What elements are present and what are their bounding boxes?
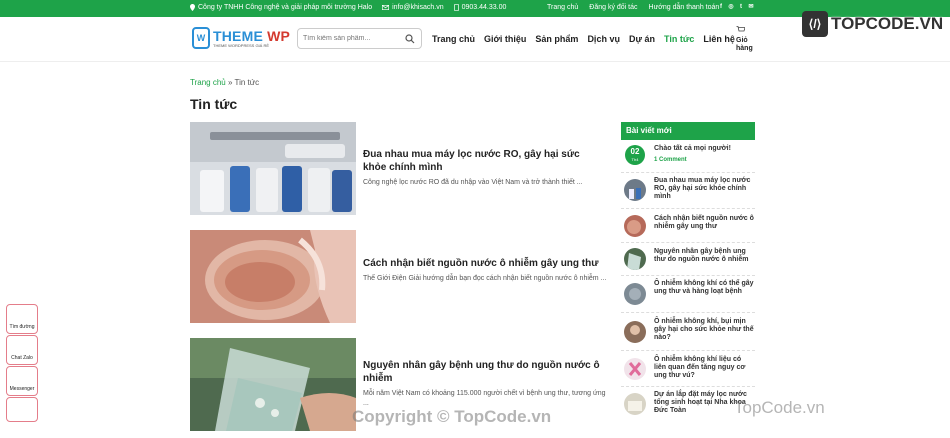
- recent-post-title[interactable]: Chào tất cả mọi người!: [654, 145, 754, 153]
- post-title[interactable]: Cách nhận biết nguồn nước ô nhiễm gây un…: [363, 257, 603, 270]
- recent-post-item[interactable]: Ô nhiễm không khí liệu có liên quan đến …: [621, 351, 755, 387]
- envelope-icon: [382, 5, 390, 10]
- float-button-directions[interactable]: Tìm đường: [6, 304, 38, 334]
- company-name: Công ty TNHH Công nghệ và giải pháp môi …: [198, 4, 373, 11]
- post-card[interactable]: Cách nhận biết nguồn nước ô nhiễm gây un…: [190, 230, 610, 323]
- post-thumbnail-ro-filter[interactable]: [190, 122, 356, 215]
- recent-post-title[interactable]: Nguyên nhân gây bệnh ung thư do nguồn nư…: [654, 248, 754, 264]
- recent-post-item[interactable]: Nguyên nhân gây bệnh ung thư do nguồn nư…: [621, 243, 755, 276]
- phone-info[interactable]: 0903.44.33.00: [453, 4, 507, 11]
- recent-post-title[interactable]: Ô nhiễm không khí liệu có liên quan đến …: [654, 356, 754, 380]
- date-badge: 02 Th4: [625, 145, 645, 165]
- phone-link[interactable]: 0903.44.33.00: [462, 4, 507, 11]
- watermark-logo-icon: ⟨/⟩: [802, 11, 828, 37]
- topbar-link-payment-guide[interactable]: Hướng dẫn thanh toán: [649, 4, 720, 11]
- instagram-icon[interactable]: ◎: [728, 4, 734, 11]
- recent-post-thumbnail[interactable]: [624, 321, 646, 343]
- recent-post-thumbnail[interactable]: [624, 358, 646, 380]
- recent-post-item[interactable]: Ô nhiễm không khí có thể gây ung thư và …: [621, 276, 755, 313]
- page-title: Tin tức: [190, 96, 238, 112]
- float-button-extra[interactable]: [6, 397, 38, 422]
- topbar-link-home[interactable]: Trang chủ: [547, 4, 578, 11]
- nav-home[interactable]: Trang chủ: [432, 34, 475, 44]
- float-label: Chat Zalo: [11, 355, 33, 361]
- email-info[interactable]: info@khisach.vn: [382, 4, 444, 11]
- search-input[interactable]: [298, 35, 403, 42]
- recent-post-thumbnail[interactable]: [624, 179, 646, 201]
- recent-post-item[interactable]: Cách nhận biết nguồn nước ô nhiễm gây un…: [621, 209, 755, 243]
- main-nav: Trang chủ Giới thiệu Sản phẩm Dịch vụ Dự…: [432, 34, 744, 44]
- twitter-icon[interactable]: t: [738, 4, 744, 11]
- facebook-icon[interactable]: f: [718, 4, 724, 11]
- float-button-messenger[interactable]: Messenger: [6, 366, 38, 396]
- recent-post-item[interactable]: Đua nhau mua máy lọc nước RO, gây hại sứ…: [621, 173, 755, 209]
- post-card[interactable]: Đua nhau mua máy lọc nước RO, gây hại sứ…: [190, 122, 610, 215]
- widget-heading: Bài viết mới: [621, 122, 755, 140]
- cart-label: Giỏ hàng: [736, 37, 753, 52]
- breadcrumb-home[interactable]: Trang chủ: [190, 78, 226, 87]
- cart-link[interactable]: Giỏ hàng: [736, 26, 756, 53]
- post-excerpt: Thế Giới Điện Giải hướng dẫn bạn đọc các…: [363, 275, 607, 282]
- cart-icon: [736, 26, 746, 32]
- watermark-copyright: Copyright © TopCode.vn: [352, 407, 552, 426]
- recent-post-title[interactable]: Cách nhận biết nguồn nước ô nhiễm gây un…: [654, 215, 754, 231]
- recent-post-thumbnail[interactable]: [624, 248, 646, 270]
- post-excerpt: Công nghệ lọc nước RO đã du nhập vào Việ…: [363, 179, 583, 186]
- watermark-logo: ⟨/⟩ TOPCODE.VN: [802, 11, 943, 37]
- search-icon[interactable]: [405, 33, 415, 44]
- email-link[interactable]: info@khisach.vn: [392, 4, 443, 11]
- post-thumbnail-glass-water[interactable]: [190, 338, 356, 431]
- nav-about[interactable]: Giới thiệu: [484, 34, 526, 44]
- float-label: Tìm đường: [9, 324, 35, 330]
- post-title[interactable]: Đua nhau mua máy lọc nước RO, gây hại sứ…: [363, 148, 603, 174]
- recent-post-item[interactable]: 02 Th4 Chào tất cả mọi người! 1 Comment: [621, 140, 755, 173]
- float-button-zalo[interactable]: Chat Zalo: [6, 335, 38, 365]
- recent-post-thumbnail[interactable]: [624, 393, 646, 415]
- site-logo[interactable]: W THEME WP THEME WORDPRESS GIÁ RẺ: [192, 27, 290, 49]
- recent-post-thumbnail[interactable]: [624, 283, 646, 305]
- company-info: Công ty TNHH Công nghệ và giải pháp môi …: [190, 4, 372, 11]
- breadcrumb: Trang chủ » Tin tức: [190, 78, 259, 87]
- recent-post-thumbnail[interactable]: [624, 215, 646, 237]
- nav-projects[interactable]: Dự án: [629, 34, 655, 44]
- location-pin-icon: [190, 4, 195, 11]
- logo-mark-icon: W: [192, 27, 210, 49]
- comment-count[interactable]: 1 Comment: [654, 157, 687, 163]
- date-month: Th4: [631, 157, 639, 162]
- date-day: 02: [630, 147, 640, 156]
- recent-post-title[interactable]: Đua nhau mua máy lọc nước RO, gây hại sứ…: [654, 177, 754, 201]
- nav-contact[interactable]: Liên hệ: [703, 34, 735, 44]
- topbar-link-partner[interactable]: Đăng ký đối tác: [589, 4, 637, 11]
- post-excerpt: Mỗi năm Việt Nam có khoảng 115.000 người…: [363, 390, 606, 407]
- watermark-bottom: TopCode.vn: [734, 398, 825, 417]
- email-icon[interactable]: ✉: [748, 4, 754, 11]
- nav-products[interactable]: Sản phẩm: [535, 34, 578, 44]
- logo-accent-text: WP: [267, 28, 291, 44]
- recent-post-title[interactable]: Ô nhiễm không khí, bụi mịn gây hại cho s…: [654, 318, 754, 342]
- post-thumbnail-polluted-water[interactable]: [190, 230, 356, 323]
- breadcrumb-current: Tin tức: [234, 78, 260, 87]
- phone-icon: [453, 4, 459, 11]
- search-box: [297, 28, 422, 49]
- post-title[interactable]: Nguyên nhân gây bệnh ung thư do nguồn nư…: [363, 359, 603, 385]
- watermark-brand: TOPCODE.VN: [831, 14, 944, 33]
- nav-news[interactable]: Tin tức: [664, 34, 694, 44]
- float-label: Messenger: [9, 386, 35, 392]
- nav-services[interactable]: Dịch vụ: [587, 34, 620, 44]
- logo-main-text: THEME: [213, 28, 263, 44]
- recent-posts-widget: Bài viết mới 02 Th4 Chào tất cả mọi ngườ…: [621, 122, 755, 421]
- recent-post-item[interactable]: Ô nhiễm không khí, bụi mịn gây hại cho s…: [621, 313, 755, 351]
- recent-post-title[interactable]: Ô nhiễm không khí có thể gây ung thư và …: [654, 280, 754, 296]
